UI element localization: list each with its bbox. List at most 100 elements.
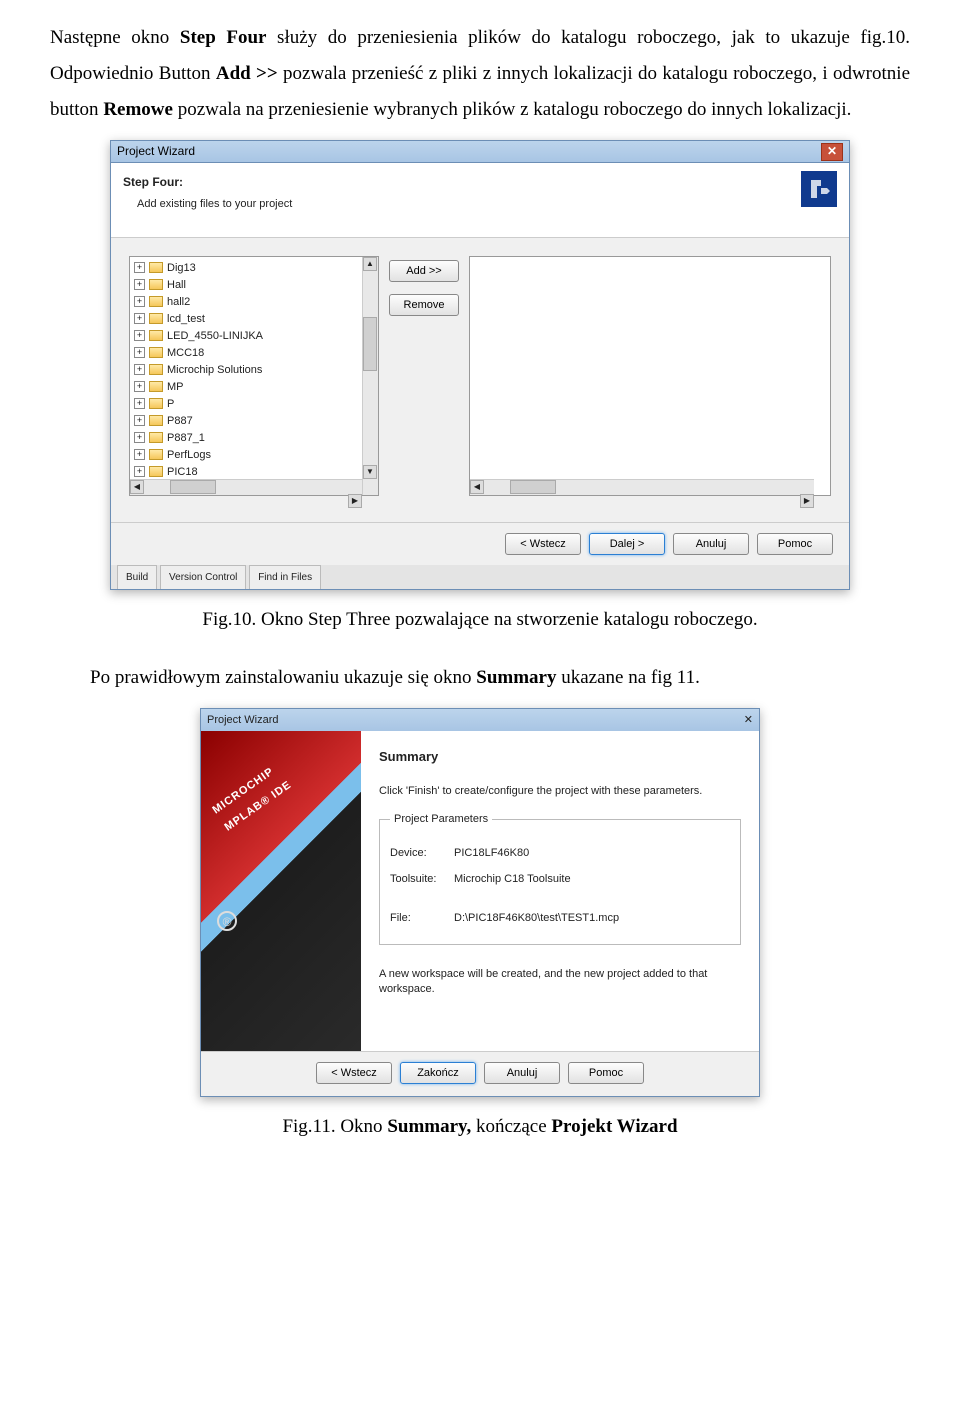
expand-icon[interactable]: + <box>134 364 145 375</box>
expand-icon[interactable]: + <box>134 466 145 477</box>
cancel-button[interactable]: Anuluj <box>484 1062 560 1084</box>
wizard-footer: < Wstecz Zakończ Anuluj Pomoc <box>201 1051 759 1096</box>
summary-body: MICROCHIP MPLAB® IDE ® Summary Click 'Fi… <box>201 731 759 1051</box>
titlebar: Project Wizard ✕ <box>111 141 849 163</box>
step-header: Step Four: Add existing files to your pr… <box>111 163 849 238</box>
screenshot-summary: Project Wizard ✕ MICROCHIP MPLAB® IDE ® … <box>50 708 910 1097</box>
cap2c: kończące <box>471 1116 551 1137</box>
figure-10-caption: Fig.10. Okno Step Three pozwalające na s… <box>50 602 910 638</box>
project-wizard-window: Project Wizard ✕ Step Four: Add existing… <box>110 140 850 590</box>
expand-icon[interactable]: + <box>134 432 145 443</box>
finish-button[interactable]: Zakończ <box>400 1062 476 1084</box>
folder-icon <box>149 364 163 375</box>
summary-window: Project Wizard ✕ MICROCHIP MPLAB® IDE ® … <box>200 708 760 1097</box>
transfer-buttons: Add >> Remove <box>389 256 459 316</box>
cap2b: Summary, <box>387 1116 471 1137</box>
scroll-right-icon[interactable]: ▶ <box>348 494 362 508</box>
summary-heading: Summary <box>379 745 741 770</box>
folder-icon <box>149 415 163 426</box>
hscroll-thumb[interactable] <box>170 480 216 494</box>
add-button[interactable]: Add >> <box>389 260 459 282</box>
next-button[interactable]: Dalej > <box>589 533 665 555</box>
expand-icon[interactable]: + <box>134 381 145 392</box>
expand-icon[interactable]: + <box>134 296 145 307</box>
toolsuite-value: Microchip C18 Toolsuite <box>454 869 571 890</box>
device-key: Device: <box>390 843 454 864</box>
folder-icon <box>149 449 163 460</box>
step-title: Step Four: <box>123 171 292 194</box>
p1b: Step Four <box>180 27 267 48</box>
tab-build[interactable]: Build <box>117 565 157 589</box>
cap1-text: Fig.10. Okno Step Three pozwalające na s… <box>202 609 757 630</box>
horizontal-scrollbar[interactable]: ◀ ▶ <box>130 479 362 495</box>
tab-version-control[interactable]: Version Control <box>160 565 246 589</box>
expand-icon[interactable]: + <box>134 262 145 273</box>
folder-icon <box>149 398 163 409</box>
close-icon[interactable]: ✕ <box>744 710 753 731</box>
p2c: ukazane na fig 11. <box>557 667 700 688</box>
folder-icon <box>149 381 163 392</box>
folder-icon <box>149 296 163 307</box>
param-device: Device: PIC18LF46K80 <box>390 843 730 864</box>
folder-icon <box>149 313 163 324</box>
tree-inner: +Dig13 +Hall +hall2 +lcd_test +LED_4550-… <box>130 257 362 495</box>
p2a: Po prawidłowym zainstalowaniu ukazuje si… <box>90 667 476 688</box>
folder-icon <box>149 279 163 290</box>
expand-icon[interactable]: + <box>134 347 145 358</box>
p1g: pozwala na przeniesienie wybranych plikó… <box>173 99 851 120</box>
step-subtitle: Add existing files to your project <box>137 194 292 215</box>
folder-icon <box>149 432 163 443</box>
group-legend: Project Parameters <box>390 809 492 830</box>
help-button[interactable]: Pomoc <box>568 1062 644 1084</box>
help-button[interactable]: Pomoc <box>757 533 833 555</box>
folder-icon <box>149 262 163 273</box>
folder-icon <box>149 347 163 358</box>
expand-icon[interactable]: + <box>134 330 145 341</box>
cancel-button[interactable]: Anuluj <box>673 533 749 555</box>
remove-button[interactable]: Remove <box>389 294 459 316</box>
p1d: Add >> <box>216 63 278 84</box>
summary-intro: Click 'Finish' to create/configure the p… <box>379 784 741 799</box>
workspace-note: A new workspace will be created, and the… <box>379 967 741 998</box>
folder-icon <box>149 330 163 341</box>
gear-icon <box>801 171 837 207</box>
side-banner: MICROCHIP MPLAB® IDE ® <box>201 731 361 1051</box>
p2b: Summary <box>476 667 556 688</box>
scroll-up-icon[interactable]: ▲ <box>363 257 377 271</box>
tab-find-in-files[interactable]: Find in Files <box>249 565 321 589</box>
hscroll-thumb[interactable] <box>510 480 556 494</box>
body-paragraph-2: Po prawidłowym zainstalowaniu ukazuje si… <box>50 660 910 696</box>
back-button[interactable]: < Wstecz <box>505 533 581 555</box>
scroll-thumb[interactable] <box>363 317 377 371</box>
scroll-down-icon[interactable]: ▼ <box>363 465 377 479</box>
registered-icon: ® <box>217 911 237 931</box>
screenshot-step-four: Project Wizard ✕ Step Four: Add existing… <box>50 140 910 590</box>
toolsuite-key: Toolsuite: <box>390 869 454 890</box>
expand-icon[interactable]: + <box>134 398 145 409</box>
target-file-list[interactable]: ◀ ▶ <box>469 256 831 496</box>
titlebar: Project Wizard ✕ <box>201 709 759 731</box>
device-value: PIC18LF46K80 <box>454 843 529 864</box>
horizontal-scrollbar[interactable]: ◀ ▶ <box>470 479 814 495</box>
body-paragraph-1: Następne okno Step Four służy do przenie… <box>50 20 910 128</box>
scroll-left-icon[interactable]: ◀ <box>470 480 484 494</box>
expand-icon[interactable]: + <box>134 279 145 290</box>
scroll-right-icon[interactable]: ▶ <box>800 494 814 508</box>
expand-icon[interactable]: + <box>134 449 145 460</box>
expand-icon[interactable]: + <box>134 415 145 426</box>
cap2d: Projekt Wizard <box>551 1116 677 1137</box>
cap2a: Fig.11. Okno <box>282 1116 387 1137</box>
figure-11-caption: Fig.11. Okno Summary, kończące Projekt W… <box>50 1109 910 1145</box>
p1f: Remowe <box>103 99 173 120</box>
file-value: D:\PIC18F46K80\test\TEST1.mcp <box>454 908 619 929</box>
wizard-body: +Dig13 +Hall +hall2 +lcd_test +LED_4550-… <box>111 238 849 522</box>
project-parameters-group: Project Parameters Device: PIC18LF46K80 … <box>379 809 741 945</box>
vertical-scrollbar[interactable]: ▲ ▼ <box>362 257 378 495</box>
source-file-tree[interactable]: +Dig13 +Hall +hall2 +lcd_test +LED_4550-… <box>129 256 379 496</box>
close-icon[interactable]: ✕ <box>821 143 843 161</box>
param-toolsuite: Toolsuite: Microchip C18 Toolsuite <box>390 869 730 890</box>
expand-icon[interactable]: + <box>134 313 145 324</box>
back-button[interactable]: < Wstecz <box>316 1062 392 1084</box>
tree-item[interactable]: +PIC18 <box>134 464 358 480</box>
scroll-left-icon[interactable]: ◀ <box>130 480 144 494</box>
